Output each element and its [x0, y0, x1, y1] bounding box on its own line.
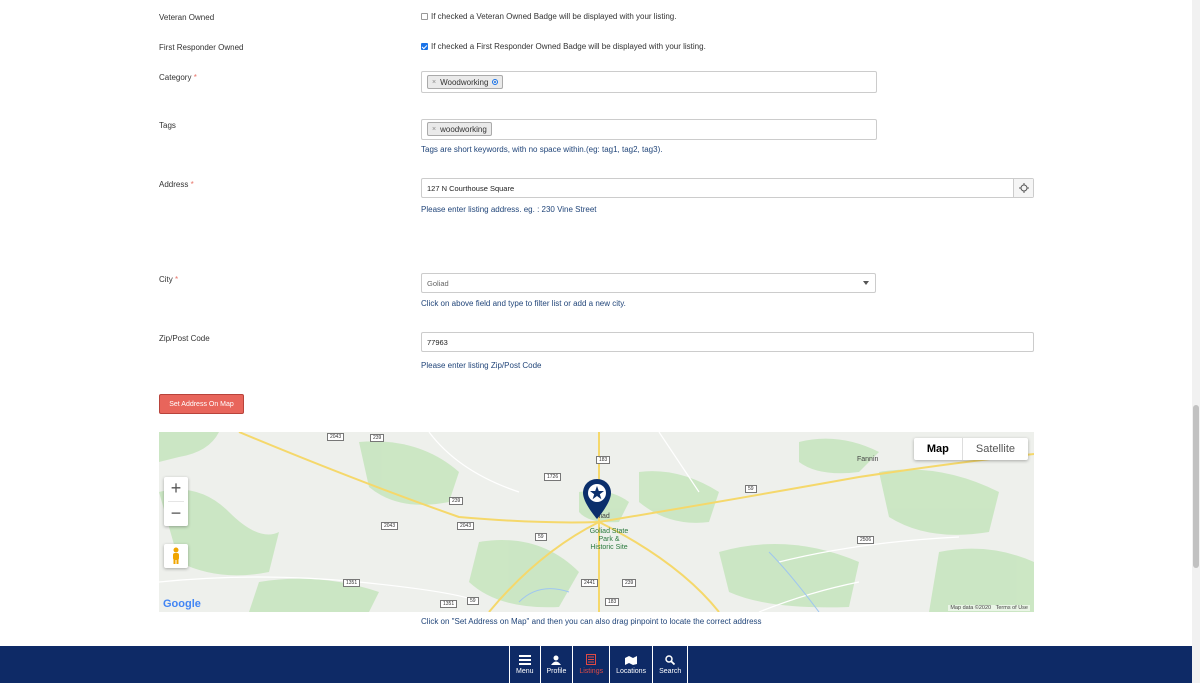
- park-label: Goliad State Park & Historic Site: [579, 528, 639, 552]
- map-type-control[interactable]: Map Satellite: [913, 438, 1028, 460]
- menu-icon: [518, 654, 531, 665]
- bottom-nav: Menu Profile Listings Locations Search: [509, 646, 689, 683]
- bottom-nav-bar: Menu Profile Listings Locations Search: [0, 646, 1200, 683]
- zip-value: 77963: [427, 338, 448, 347]
- road-label: 1351: [343, 579, 361, 587]
- terms-link[interactable]: Terms of Use: [996, 605, 1028, 611]
- search-icon: [665, 654, 676, 665]
- nav-label: Search: [659, 667, 682, 675]
- tags-help: Tags are short keywords, with no space w…: [421, 145, 663, 154]
- address-value: 127 N Courthouse Square: [427, 184, 515, 193]
- road-label: 183: [596, 456, 611, 464]
- required-mark: *: [190, 180, 194, 189]
- city-select[interactable]: Goliad: [421, 273, 876, 293]
- zip-input[interactable]: 77963: [421, 332, 1034, 352]
- town-label: Fannin: [857, 456, 879, 463]
- address-input[interactable]: 127 N Courthouse Square: [421, 178, 1034, 198]
- tag-chip[interactable]: × woodworking: [427, 122, 492, 136]
- veteran-checkbox-row[interactable]: If checked a Veteran Owned Badge will be…: [421, 12, 676, 21]
- nav-item-listings[interactable]: Listings: [572, 646, 609, 683]
- road-label: 2441: [581, 579, 599, 587]
- road-label: 239: [622, 579, 637, 587]
- road-label: 1726: [544, 473, 562, 481]
- veteran-checkbox-text: If checked a Veteran Owned Badge will be…: [431, 12, 677, 21]
- required-mark: *: [193, 73, 197, 82]
- road-label: 59: [467, 597, 479, 605]
- locate-button[interactable]: [1013, 179, 1033, 197]
- nav-label: Profile: [546, 667, 567, 675]
- category-select[interactable]: × Woodworking: [421, 71, 877, 93]
- zoom-in-button[interactable]: +: [164, 477, 188, 501]
- city-label-text: City: [159, 275, 173, 284]
- category-chip[interactable]: × Woodworking: [427, 75, 504, 89]
- scrollbar[interactable]: [1192, 0, 1200, 683]
- address-label-text: Address: [159, 180, 189, 189]
- road-label: 2506: [857, 536, 875, 544]
- tags-input[interactable]: × woodworking: [421, 119, 877, 140]
- park-line: Historic Site: [590, 544, 628, 551]
- zoom-control[interactable]: + −: [164, 477, 188, 526]
- road-label: 2043: [327, 433, 345, 441]
- primary-radio-icon[interactable]: [492, 79, 499, 85]
- map-type-map-button[interactable]: Map: [914, 438, 962, 460]
- category-label-text: Category: [159, 73, 192, 82]
- category-chip-text: Woodworking: [440, 77, 489, 87]
- scrollbar-thumb[interactable]: [1193, 405, 1199, 568]
- road-label: 2043: [381, 522, 399, 530]
- map-icon: [625, 655, 638, 665]
- chevron-down-icon: [863, 281, 869, 285]
- page: Veteran Owned If checked a Veteran Owned…: [0, 0, 1200, 683]
- remove-chip-icon[interactable]: ×: [432, 126, 436, 133]
- pegman-icon: [173, 547, 179, 564]
- nav-label: Locations: [616, 667, 647, 675]
- responder-checkbox[interactable]: [421, 43, 428, 50]
- road-label: 239: [449, 497, 464, 505]
- address-label: Address *: [159, 180, 194, 189]
- tag-chip-text: woodworking: [440, 124, 487, 134]
- map-help: Click on "Set Address on Map" and then y…: [421, 617, 762, 626]
- user-icon: [551, 655, 562, 665]
- city-label: City *: [159, 275, 178, 284]
- park-line: Goliad State: [589, 528, 629, 535]
- road-label: 2043: [457, 522, 475, 530]
- road-label: 1351: [440, 600, 458, 608]
- map[interactable]: 2043 239 183 1726 59 239 2043 2043 59 25…: [159, 432, 1034, 612]
- nav-label: Menu: [516, 667, 534, 675]
- tags-label: Tags: [159, 121, 176, 130]
- road-label: 59: [745, 485, 757, 493]
- google-logo: Google: [163, 598, 201, 610]
- park-line: Park &: [598, 536, 620, 543]
- zip-label: Zip/Post Code: [159, 334, 210, 343]
- map-data-text: Map data ©2020: [950, 605, 992, 611]
- category-label: Category *: [159, 73, 197, 82]
- nav-label: Listings: [579, 668, 604, 675]
- address-help: Please enter listing address. eg. : 230 …: [421, 205, 597, 214]
- nav-item-menu[interactable]: Menu: [509, 646, 540, 683]
- nav-item-locations[interactable]: Locations: [609, 646, 652, 683]
- responder-checkbox-text: If checked a First Responder Owned Badge…: [431, 42, 706, 51]
- remove-chip-icon[interactable]: ×: [432, 79, 436, 86]
- nav-item-search[interactable]: Search: [652, 646, 689, 683]
- responder-checkbox-row[interactable]: If checked a First Responder Owned Badge…: [421, 42, 706, 51]
- city-value: Goliad: [427, 279, 449, 288]
- map-attribution: Map data ©2020 Terms of Use: [948, 605, 1030, 611]
- responder-label: First Responder Owned: [159, 43, 244, 52]
- street-view-button[interactable]: [164, 544, 188, 568]
- map-pin-icon[interactable]: [582, 478, 612, 520]
- road-label: 183: [605, 598, 620, 606]
- road-label: 239: [370, 434, 385, 442]
- google-logo-text: Google: [163, 598, 201, 610]
- crosshair-icon: [1018, 183, 1029, 193]
- map-type-satellite-button[interactable]: Satellite: [961, 438, 1028, 460]
- required-mark: *: [175, 275, 179, 284]
- veteran-checkbox[interactable]: [421, 13, 428, 20]
- city-help: Click on above field and type to filter …: [421, 299, 626, 308]
- nav-item-profile[interactable]: Profile: [539, 646, 573, 683]
- road-label: 59: [535, 533, 547, 541]
- veteran-label: Veteran Owned: [159, 13, 215, 22]
- zoom-out-button[interactable]: −: [164, 502, 188, 526]
- zip-help: Please enter listing Zip/Post Code: [421, 361, 542, 370]
- listings-icon: [586, 654, 597, 665]
- set-address-on-map-button[interactable]: Set Address On Map: [159, 394, 244, 414]
